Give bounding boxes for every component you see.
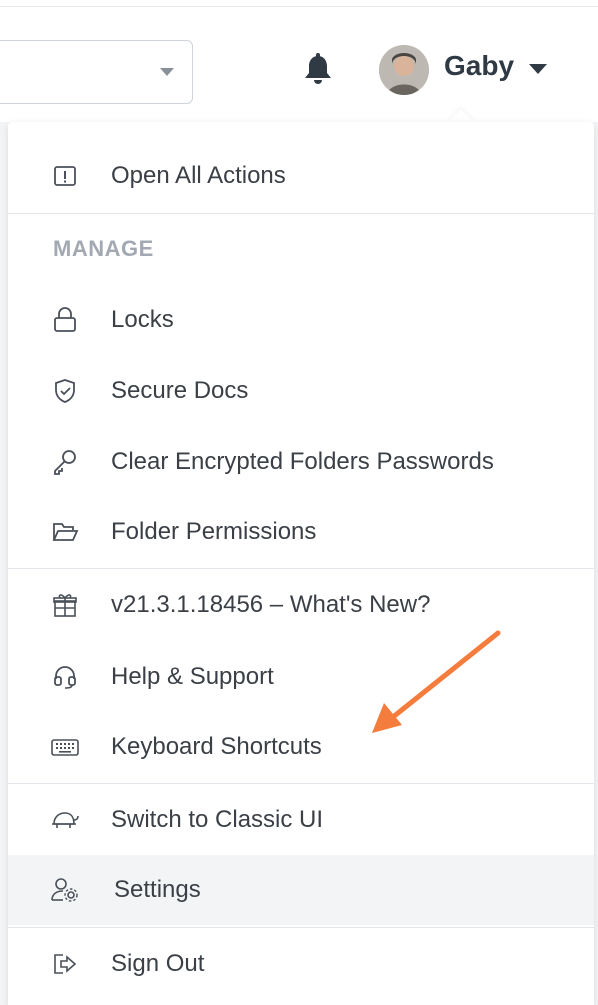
avatar[interactable] (379, 45, 429, 95)
divider (8, 568, 594, 569)
user-menu-chevron-icon[interactable] (529, 64, 547, 74)
menu-item-label: Sign Out (111, 950, 205, 977)
menu-item-label: Clear Encrypted Folders Passwords (111, 448, 494, 475)
menu-item-switch-to-classic-ui[interactable]: Switch to Classic UI (8, 785, 594, 855)
menu-item-clear-encrypted-folders-passwords[interactable]: Clear Encrypted Folders Passwords (8, 427, 594, 497)
menu-item-folder-permissions[interactable]: Folder Permissions (8, 497, 594, 567)
menu-item-label: Help & Support (111, 663, 274, 690)
user-dropdown-menu: Open All Actions MANAGE Locks Secure Doc… (8, 122, 594, 1005)
menu-item-label: Settings (114, 876, 201, 903)
menu-item-settings[interactable]: Settings (8, 855, 594, 925)
menu-item-label: Locks (111, 306, 174, 333)
sign-out-icon (50, 949, 80, 979)
divider (8, 213, 594, 214)
turtle-icon (50, 805, 80, 835)
menu-item-secure-docs[interactable]: Secure Docs (8, 356, 594, 426)
top-divider (0, 6, 598, 7)
section-title-manage: MANAGE (53, 236, 154, 261)
menu-item-keyboard-shortcuts[interactable]: Keyboard Shortcuts (8, 712, 594, 782)
chevron-down-icon (160, 68, 174, 76)
menu-item-sign-out[interactable]: Sign Out (8, 929, 594, 999)
annotation-arrow-icon (360, 625, 505, 740)
menu-item-open-all-actions[interactable]: Open All Actions (8, 141, 594, 211)
bell-icon[interactable] (302, 52, 334, 88)
folder-open-icon (50, 517, 80, 547)
lock-icon (50, 305, 80, 335)
top-bar: Gaby (0, 0, 598, 122)
menu-item-label: Switch to Classic UI (111, 806, 324, 833)
folder-select[interactable] (0, 40, 193, 104)
keyboard-icon (50, 732, 80, 762)
headset-icon (50, 662, 80, 692)
menu-item-label: Folder Permissions (111, 518, 317, 545)
menu-item-label: Secure Docs (111, 377, 249, 404)
menu-item-whats-new[interactable]: v21.3.1.18456 – What's New? (8, 570, 594, 640)
menu-item-label: v21.3.1.18456 – What's New? (111, 591, 431, 618)
user-gear-icon (50, 875, 80, 905)
menu-item-label: Open All Actions (111, 162, 286, 189)
menu-item-label: Keyboard Shortcuts (111, 733, 322, 760)
divider (8, 783, 594, 784)
divider (8, 927, 594, 928)
exclamation-square-icon (50, 161, 80, 191)
shield-check-icon (50, 376, 80, 406)
user-name[interactable]: Gaby (444, 50, 514, 82)
gift-icon (50, 590, 80, 620)
menu-item-help-support[interactable]: Help & Support (8, 642, 594, 712)
key-icon (50, 447, 80, 477)
menu-item-locks[interactable]: Locks (8, 285, 594, 355)
